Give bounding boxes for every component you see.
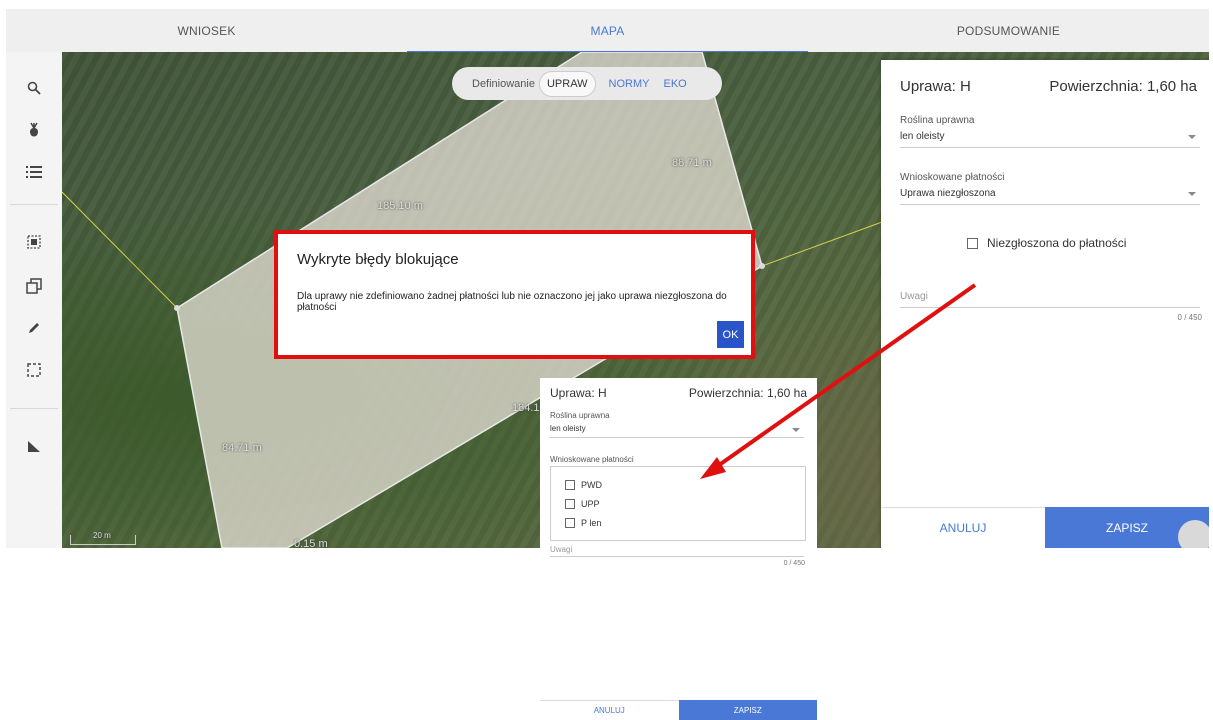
mode-label: Definiowanie: [472, 77, 535, 90]
search-icon[interactable]: [20, 74, 48, 102]
inset-notes-field[interactable]: [550, 556, 804, 557]
payment-option[interactable]: UPP: [565, 499, 600, 509]
crop-select[interactable]: len oleisty: [900, 131, 944, 142]
notes-field[interactable]: [900, 307, 1200, 308]
notes-counter: 0 / 450: [1177, 313, 1202, 322]
chevron-down-icon[interactable]: [1188, 192, 1196, 196]
top-tabs: WNIOSEK MAPA PODSUMOWANIE: [6, 9, 1209, 53]
rectangle-icon[interactable]: [20, 356, 48, 384]
payments-select[interactable]: Uprawa niezgłoszona: [900, 188, 996, 199]
payments-label: Wnioskowane płatności: [900, 172, 1005, 183]
distance-label: 185.10 m: [377, 200, 423, 212]
inset-payments-label: Wnioskowane płatności: [550, 455, 634, 464]
payment-option-label: PWD: [581, 480, 602, 490]
dialog-message: Dla uprawy nie zdefiniowano żadnej płatn…: [297, 291, 727, 313]
cancel-button[interactable]: ANULUJ: [881, 507, 1045, 548]
not-declared-label: Niezgłoszona do płatności: [987, 236, 1127, 250]
inset-notes-counter: 0 / 450: [783, 560, 805, 567]
payments-options-box: PWD UPP P len: [550, 466, 806, 541]
field-underline: [900, 147, 1200, 148]
inset-save-button[interactable]: ZAPISZ: [678, 700, 817, 720]
notes-label: Uwagi: [900, 291, 928, 302]
mode-switcher: Definiowanie UPRAW NORMY EKO: [452, 67, 722, 100]
field-underline: [900, 204, 1200, 205]
payment-option[interactable]: PWD: [565, 480, 602, 490]
mode-upraw[interactable]: UPRAW: [538, 70, 596, 97]
inset-area: Powierzchnia: 1,60 ha: [688, 386, 807, 400]
distance-label: 184.1: [512, 402, 540, 414]
panel-area: Powierzchnia: 1,60 ha: [1049, 78, 1197, 95]
copy-icon[interactable]: [20, 272, 48, 300]
dialog-title: Wykryte błędy blokujące: [297, 251, 459, 268]
not-declared-checkbox[interactable]: [967, 237, 978, 249]
inset-notes-label: Uwagi: [550, 545, 573, 554]
inset-crop-select[interactable]: len oleisty: [550, 424, 586, 433]
payment-checkbox[interactable]: [565, 499, 575, 509]
field-underline: [550, 437, 804, 438]
scale-label: 20 m: [93, 531, 111, 540]
mode-eko[interactable]: EKO: [656, 72, 693, 96]
crop-label: Roślina uprawna: [900, 115, 975, 126]
tab-mapa[interactable]: MAPA: [407, 9, 808, 53]
chevron-down-icon[interactable]: [1188, 135, 1196, 139]
toolbar-divider: [10, 408, 58, 409]
distance-label: 84.71 m: [222, 442, 262, 454]
plant-icon[interactable]: [20, 116, 48, 144]
chevron-down-icon[interactable]: [792, 428, 800, 432]
toolbar-divider: [10, 204, 58, 205]
inset-cancel-button[interactable]: ANULUJ: [540, 700, 679, 720]
payment-option-label: P len: [581, 518, 602, 528]
map-toolbar: [6, 52, 63, 548]
payment-checkbox[interactable]: [565, 518, 575, 528]
error-dialog: Wykryte błędy blokujące Dla uprawy nie z…: [274, 230, 755, 359]
distance-label: 0.15 m: [294, 538, 328, 548]
inset-title: Uprawa: H: [550, 386, 607, 400]
pencil-icon[interactable]: [20, 314, 48, 342]
not-declared-row[interactable]: Niezgłoszona do płatności: [967, 236, 1126, 250]
inset-actions: ANULUJ ZAPISZ: [540, 700, 817, 720]
ok-button[interactable]: OK: [717, 321, 744, 348]
panel-actions: ANULUJ ZAPISZ: [881, 507, 1209, 548]
measure-icon[interactable]: [20, 432, 48, 460]
payment-option-label: UPP: [581, 499, 600, 509]
list-icon[interactable]: [20, 158, 48, 186]
crop-panel: Uprawa: H Powierzchnia: 1,60 ha Roślina …: [881, 60, 1209, 548]
payment-checkbox[interactable]: [565, 480, 575, 490]
distance-label: 88.71 m: [672, 157, 712, 169]
tab-podsumowanie[interactable]: PODSUMOWANIE: [808, 9, 1209, 52]
payment-option[interactable]: P len: [565, 518, 601, 528]
scale-bar: 20 m: [70, 531, 136, 545]
select-icon[interactable]: [20, 228, 48, 256]
panel-title: Uprawa: H: [900, 78, 971, 95]
map-fab-button[interactable]: [1178, 520, 1209, 548]
inset-crop-panel: Uprawa: H Powierzchnia: 1,60 ha Roślina …: [540, 378, 817, 570]
inset-crop-label: Roślina uprawna: [550, 411, 610, 420]
tab-wniosek[interactable]: WNIOSEK: [6, 9, 407, 52]
mode-normy[interactable]: NORMY: [602, 72, 657, 96]
